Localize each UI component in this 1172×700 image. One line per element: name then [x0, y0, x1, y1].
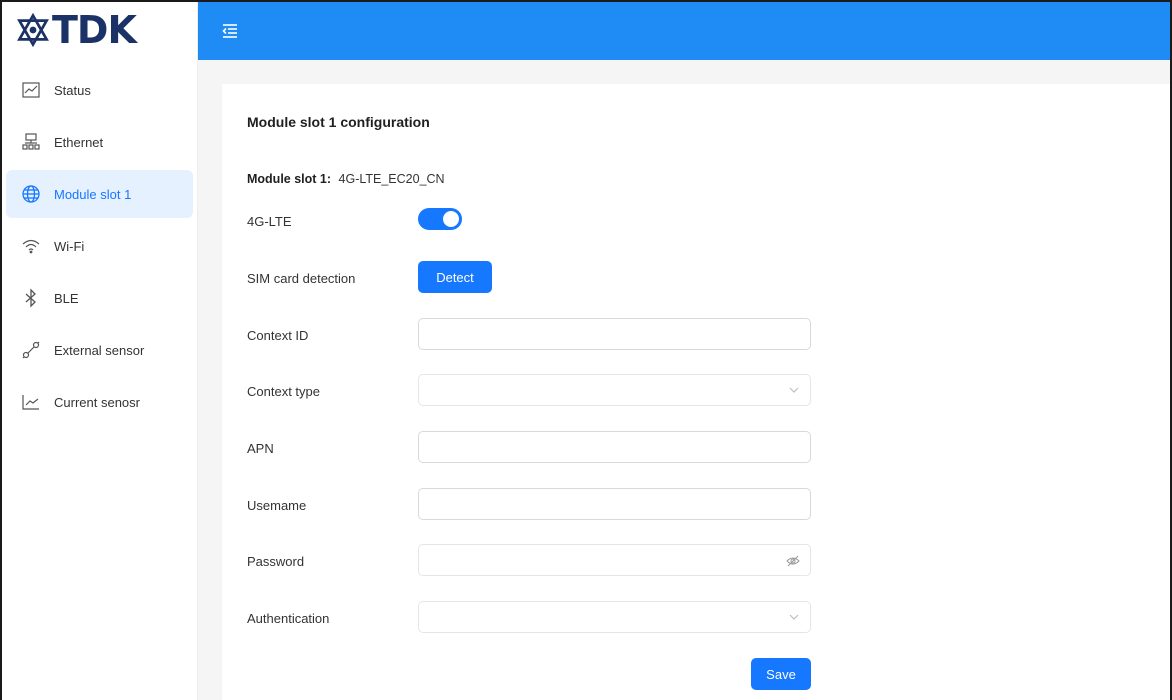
password-input[interactable]: [418, 544, 811, 576]
context-id-input[interactable]: [418, 318, 811, 350]
apn-label: APN: [247, 441, 274, 456]
top-header: [198, 2, 1170, 60]
chevron-down-icon: [789, 614, 799, 620]
sidebar: TDK Status Ethernet Module slot 1 Wi-Fi: [2, 2, 198, 700]
tdk-logo-icon: [17, 13, 49, 47]
chart-line-icon: [20, 391, 42, 413]
api-icon: [20, 339, 42, 361]
sidebar-item-module-slot-1[interactable]: Module slot 1: [6, 170, 193, 218]
sidebar-item-label: Current senosr: [54, 394, 140, 410]
module-slot-value: 4G-LTE_EC20_CN: [338, 172, 445, 186]
sidebar-item-label: Module slot 1: [54, 186, 132, 202]
sidebar-item-label: Ethernet: [54, 134, 104, 150]
config-card: Module slot 1 configuration Module slot …: [222, 84, 1170, 700]
globe-icon: [20, 183, 42, 205]
sidebar-item-external-sensor[interactable]: External sensor: [6, 326, 193, 374]
lte-label: 4G-LTE: [247, 214, 292, 229]
sidebar-item-label: BLE: [54, 290, 79, 306]
bluetooth-icon: [20, 287, 42, 309]
module-slot-key: Module slot 1:: [247, 172, 332, 186]
context-type-select[interactable]: [418, 374, 811, 406]
context-id-label: Context ID: [247, 328, 309, 343]
sidebar-item-status[interactable]: Status: [6, 66, 193, 114]
sidebar-item-current-sensor[interactable]: Current senosr: [6, 378, 193, 426]
username-label: Usemame: [247, 498, 307, 513]
menu-fold-icon[interactable]: [220, 21, 240, 41]
username-input[interactable]: [418, 488, 811, 520]
page-title: Module slot 1 configuration: [247, 114, 430, 130]
chevron-down-icon: [789, 387, 799, 393]
password-label: Password: [247, 554, 305, 569]
authentication-label: Authentication: [247, 611, 330, 626]
sidebar-item-label: Wi-Fi: [54, 238, 85, 254]
module-slot-info: Module slot 1: 4G-LTE_EC20_CN: [247, 172, 445, 186]
detect-button[interactable]: Detect: [418, 261, 492, 293]
wifi-icon: [20, 235, 42, 257]
brand-logo: TDK: [2, 2, 197, 58]
apn-input[interactable]: [418, 431, 811, 463]
chart-line-icon: [20, 79, 42, 101]
context-type-label: Context type: [247, 384, 320, 399]
sidebar-item-label: External sensor: [54, 342, 145, 358]
authentication-select[interactable]: [418, 601, 811, 633]
sim-detection-label: SIM card detection: [247, 271, 356, 286]
sidebar-item-ble[interactable]: BLE: [6, 274, 193, 322]
save-button[interactable]: Save: [751, 658, 811, 690]
toggle-knob: [443, 211, 459, 227]
sidebar-menu: Status Ethernet Module slot 1 Wi-Fi BLE: [2, 66, 197, 426]
network-icon: [20, 131, 42, 153]
sidebar-item-wifi[interactable]: Wi-Fi: [6, 222, 193, 270]
lte-toggle[interactable]: [418, 208, 462, 230]
sidebar-item-ethernet[interactable]: Ethernet: [6, 118, 193, 166]
sidebar-item-label: Status: [54, 82, 91, 98]
eye-invisible-icon[interactable]: [786, 554, 800, 568]
brand-name: TDK: [52, 8, 137, 52]
